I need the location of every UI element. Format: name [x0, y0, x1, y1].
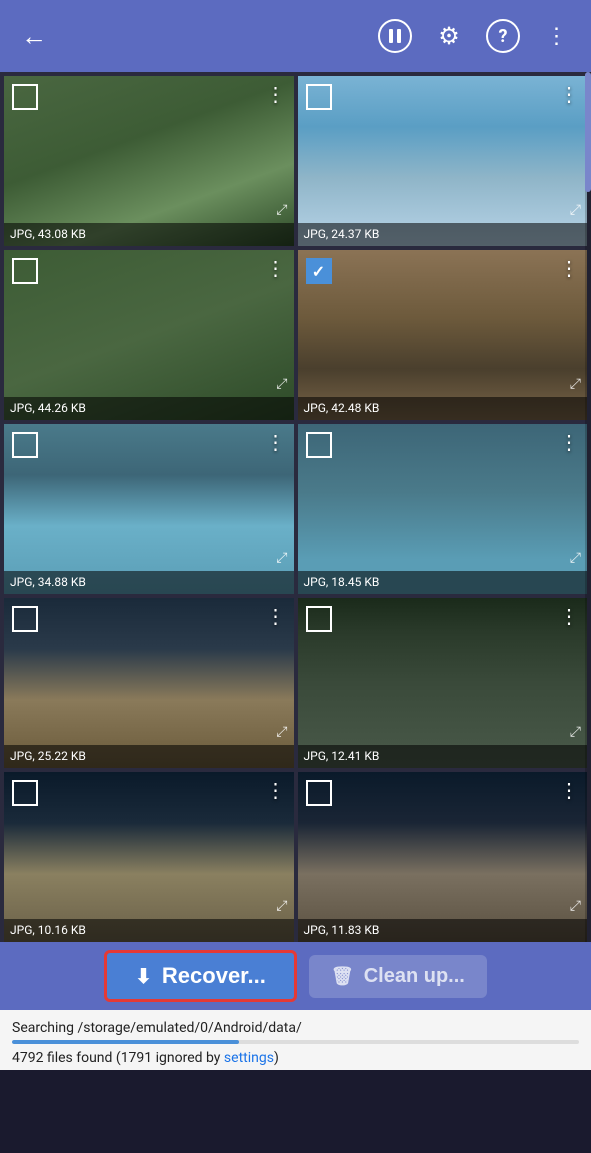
photo-card: ⋮ ⤢ JPG, 11.83 KB [298, 772, 588, 942]
photo-label-8: JPG, 12.41 KB [298, 745, 588, 768]
expand-icon-6[interactable]: ⤢ [570, 550, 581, 566]
dots-icon: ⋮ [546, 24, 569, 49]
status-count: 4792 files found (1791 ignored by settin… [12, 1050, 579, 1066]
photo-menu-9[interactable]: ⋮ [266, 780, 286, 800]
photo-checkbox-9[interactable] [12, 780, 38, 806]
photo-checkbox-5[interactable] [12, 432, 38, 458]
settings-link[interactable]: settings [224, 1050, 274, 1066]
expand-icon-10[interactable]: ⤢ [570, 898, 581, 914]
photo-checkbox-4[interactable] [306, 258, 332, 284]
photo-card: ⋮ ⤢ JPG, 24.37 KB [298, 76, 588, 246]
photo-label-5: JPG, 34.88 KB [4, 571, 294, 594]
photo-card: ⋮ ⤢ JPG, 44.26 KB [4, 250, 294, 420]
trash-icon: 🗑 [331, 966, 354, 987]
photo-card: ⋮ ⤢ JPG, 18.45 KB [298, 424, 588, 594]
expand-icon-1[interactable]: ⤢ [276, 202, 287, 218]
progress-bar-fill [12, 1040, 239, 1044]
cleanup-button[interactable]: 🗑 Clean up... [309, 955, 487, 998]
recover-label: Recover... [162, 963, 266, 989]
photo-menu-6[interactable]: ⋮ [559, 432, 579, 452]
scroll-thumb[interactable] [585, 72, 591, 192]
photo-checkbox-7[interactable] [12, 606, 38, 632]
photo-card: ⋮ ⤢ JPG, 43.08 KB [4, 76, 294, 246]
expand-icon-8[interactable]: ⤢ [570, 724, 581, 740]
cleanup-label: Clean up... [364, 965, 465, 988]
photo-label-7: JPG, 25.22 KB [4, 745, 294, 768]
photo-checkbox-6[interactable] [306, 432, 332, 458]
photo-checkbox-2[interactable] [306, 84, 332, 110]
photo-card: ⋮ ⤢ JPG, 10.16 KB [4, 772, 294, 942]
download-icon: ⬇ [135, 964, 152, 989]
expand-icon-2[interactable]: ⤢ [570, 202, 581, 218]
photo-menu-5[interactable]: ⋮ [266, 432, 286, 452]
help-button[interactable]: ? [485, 18, 521, 54]
photo-menu-3[interactable]: ⋮ [266, 258, 286, 278]
photo-label-4: JPG, 42.48 KB [298, 397, 588, 420]
recover-button[interactable]: ⬇ Recover... [104, 950, 297, 1002]
gear-icon: ⚙ [438, 22, 460, 50]
progress-bar [12, 1040, 579, 1044]
photo-menu-7[interactable]: ⋮ [266, 606, 286, 626]
photo-menu-8[interactable]: ⋮ [559, 606, 579, 626]
more-options-button[interactable]: ⋮ [539, 18, 575, 54]
photo-menu-1[interactable]: ⋮ [266, 84, 286, 104]
photo-label-10: JPG, 11.83 KB [298, 919, 588, 942]
photo-card: ⋮ ⤢ JPG, 25.22 KB [4, 598, 294, 768]
pause-icon [378, 19, 412, 53]
photo-checkbox-3[interactable] [12, 258, 38, 284]
scrollbar[interactable] [585, 72, 591, 942]
top-bar: ← ⚙ ? ⋮ [0, 0, 591, 72]
photo-card: ⋮ ⤢ JPG, 12.41 KB [298, 598, 588, 768]
photo-menu-2[interactable]: ⋮ [559, 84, 579, 104]
photo-menu-10[interactable]: ⋮ [559, 780, 579, 800]
expand-icon-5[interactable]: ⤢ [276, 550, 287, 566]
settings-button[interactable]: ⚙ [431, 18, 467, 54]
expand-icon-7[interactable]: ⤢ [276, 724, 287, 740]
photo-card: ⋮ ⤢ JPG, 42.48 KB [298, 250, 588, 420]
photo-label-9: JPG, 10.16 KB [4, 919, 294, 942]
status-area: Searching /storage/emulated/0/Android/da… [0, 1010, 591, 1070]
expand-icon-3[interactable]: ⤢ [276, 376, 287, 392]
photo-card: ⋮ ⤢ JPG, 34.88 KB [4, 424, 294, 594]
photo-checkbox-8[interactable] [306, 606, 332, 632]
photo-checkbox-1[interactable] [12, 84, 38, 110]
photo-label-1: JPG, 43.08 KB [4, 223, 294, 246]
pause-button[interactable] [377, 18, 413, 54]
photo-label-3: JPG, 44.26 KB [4, 397, 294, 420]
photo-label-2: JPG, 24.37 KB [298, 223, 588, 246]
back-button[interactable]: ← [16, 18, 52, 54]
photo-grid: ⋮ ⤢ JPG, 43.08 KB ⋮ ⤢ JPG, 24.37 KB ⋮ ⤢ … [0, 72, 591, 942]
expand-icon-4[interactable]: ⤢ [570, 376, 581, 392]
help-icon: ? [486, 19, 520, 53]
photo-menu-4[interactable]: ⋮ [559, 258, 579, 278]
expand-icon-9[interactable]: ⤢ [276, 898, 287, 914]
bottom-action-bar: ⬇ Recover... 🗑 Clean up... [0, 942, 591, 1010]
photo-checkbox-10[interactable] [306, 780, 332, 806]
count-text: 4792 files found (1791 ignored by [12, 1050, 224, 1066]
status-path: Searching /storage/emulated/0/Android/da… [12, 1020, 579, 1036]
photo-label-6: JPG, 18.45 KB [298, 571, 588, 594]
count-suffix: ) [274, 1050, 279, 1066]
